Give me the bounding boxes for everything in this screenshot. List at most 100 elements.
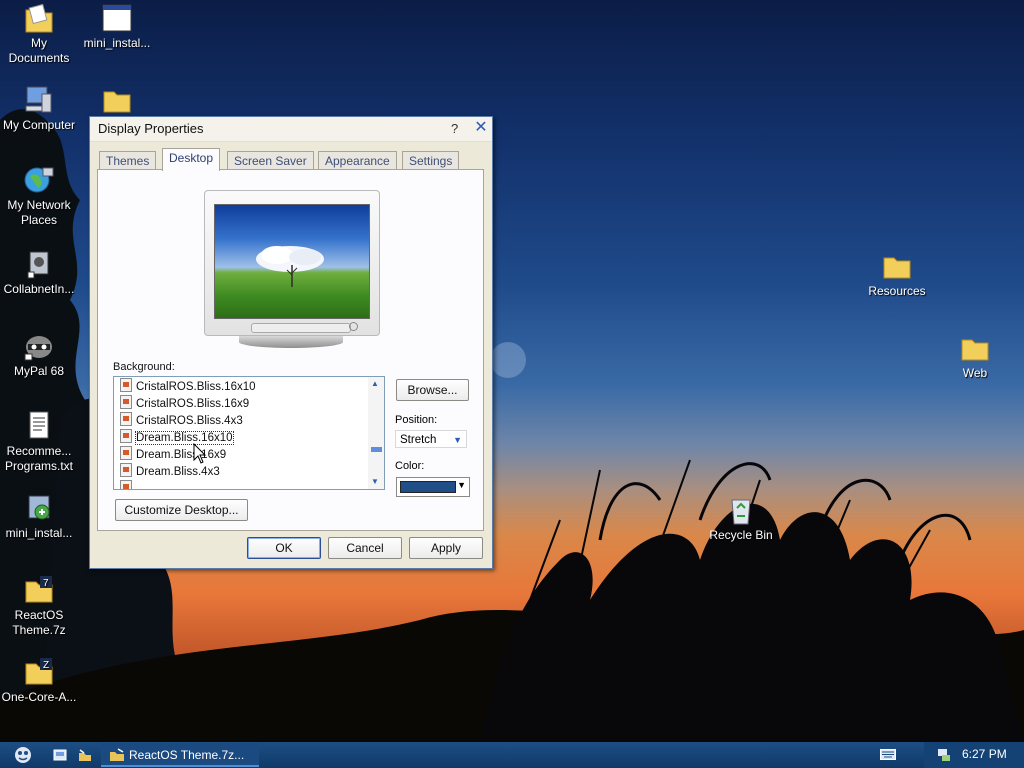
background-label: Background: xyxy=(113,361,175,373)
scroll-thumb[interactable] xyxy=(371,447,382,452)
apply-button[interactable]: Apply xyxy=(409,537,483,559)
taskbar: ReactOS Theme.7z... 6:27 PM xyxy=(0,742,1024,768)
installer-disk-icon xyxy=(27,251,49,279)
tab-screen-saver[interactable]: Screen Saver xyxy=(227,151,314,170)
window-app-icon xyxy=(102,4,132,32)
desktop-icon-recommended-programs[interactable]: Recomme... Programs.txt xyxy=(0,410,79,474)
image-file-icon xyxy=(120,429,132,443)
list-item-partial[interactable] xyxy=(120,480,136,489)
color-label: Color: xyxy=(395,460,425,472)
desktop-icon-mini-installer-2[interactable]: mini_instal... xyxy=(0,492,79,541)
scroll-down-icon[interactable]: ▼ xyxy=(371,477,379,486)
desktop-icon-label: My Network Places xyxy=(7,198,71,227)
computer-icon xyxy=(25,86,52,113)
desktop-icon-resources[interactable]: Resources xyxy=(857,250,937,299)
list-item-selected[interactable]: Dream.Bliss.16x10 xyxy=(120,429,234,445)
system-tray: 6:27 PM xyxy=(924,742,1024,768)
close-icon[interactable]: ✕ xyxy=(473,118,489,138)
desktop-icon-label: Recycle Bin xyxy=(709,528,773,542)
show-desktop-icon[interactable] xyxy=(52,747,68,763)
monitor-bezel-bar xyxy=(251,323,351,333)
desktop-icon-mypal[interactable]: MyPal 68 xyxy=(0,330,79,379)
desktop-icon-label: Resources xyxy=(868,284,926,298)
chevron-down-icon: ▼ xyxy=(453,435,462,445)
image-file-icon xyxy=(120,378,132,392)
list-item[interactable]: Dream.Bliss.16x9 xyxy=(120,446,226,462)
color-swatch xyxy=(400,481,456,493)
list-item[interactable]: CristalROS.Bliss.16x10 xyxy=(120,378,256,394)
ok-button[interactable]: OK xyxy=(247,537,321,559)
tab-desktop[interactable]: Desktop xyxy=(162,148,221,171)
desktop-icon-one-core[interactable]: Z One-Core-A... xyxy=(0,656,79,705)
my-documents-icon xyxy=(25,3,53,33)
display-properties-window: Display Properties ? ✕ Themes Desktop Sc… xyxy=(89,116,493,569)
desktop-icon-label: MyPal 68 xyxy=(13,364,65,378)
image-file-icon xyxy=(120,446,132,460)
clock[interactable]: 6:27 PM xyxy=(962,747,1007,761)
image-file-icon xyxy=(120,463,132,477)
scroll-up-icon[interactable]: ▲ xyxy=(371,379,379,388)
start-button-icon[interactable] xyxy=(10,745,36,765)
wallpaper-image xyxy=(256,246,324,287)
desktop-icon-label: Web xyxy=(962,366,988,380)
desktop-icon-reactos-theme[interactable]: 7 ReactOS Theme.7z xyxy=(0,574,79,638)
tab-settings[interactable]: Settings xyxy=(402,151,460,170)
position-label: Position: xyxy=(395,414,438,426)
desktop-icon-collabnet[interactable]: CollabnetIn... xyxy=(0,248,79,297)
svg-text:7: 7 xyxy=(43,578,49,589)
archive-app-icon xyxy=(110,748,124,761)
monitor-case xyxy=(204,190,380,336)
power-button-icon xyxy=(349,322,358,331)
help-button[interactable]: ? xyxy=(451,121,458,136)
list-item[interactable]: CristalROS.Bliss.4x3 xyxy=(120,412,243,428)
color-picker-button[interactable]: ▼ xyxy=(396,477,470,497)
desktop-icon-mini-installer-1[interactable]: mini_instal... xyxy=(77,2,157,51)
7z-archive-icon: Z xyxy=(25,658,53,685)
list-item[interactable]: CristalROS.Bliss.16x9 xyxy=(120,395,249,411)
position-value: Stretch xyxy=(400,434,437,446)
window-title: Display Properties xyxy=(98,121,204,136)
svg-text:Z: Z xyxy=(43,660,49,671)
desktop-icon-folder[interactable] xyxy=(77,84,157,118)
network-globe-icon xyxy=(24,167,54,193)
title-bar[interactable]: Display Properties ? ✕ xyxy=(90,117,492,142)
image-file-icon xyxy=(120,395,132,409)
recycle-bin-icon xyxy=(731,499,751,525)
network-status-icon[interactable] xyxy=(936,747,952,763)
tab-appearance[interactable]: Appearance xyxy=(318,151,397,170)
folder-icon xyxy=(883,257,911,279)
position-select[interactable]: Stretch ▼ xyxy=(395,430,467,448)
desktop-icon-label: One-Core-A... xyxy=(1,690,77,704)
browse-button[interactable]: Browse... xyxy=(396,379,469,401)
desktop-icon-my-computer[interactable]: My Computer xyxy=(0,84,79,133)
cancel-button[interactable]: Cancel xyxy=(328,537,402,559)
list-item[interactable]: Dream.Bliss.4x3 xyxy=(120,463,220,479)
monitor-preview xyxy=(204,190,380,350)
background-list[interactable]: CristalROS.Bliss.16x10 CristalROS.Bliss.… xyxy=(113,376,385,490)
desktop-icon-label: My Documents xyxy=(8,36,70,65)
customize-desktop-button[interactable]: Customize Desktop... xyxy=(115,499,248,521)
desktop-icon-web[interactable]: Web xyxy=(935,332,1015,381)
mouse-cursor-icon xyxy=(193,443,207,464)
image-file-icon xyxy=(120,412,132,426)
desktop-icon-my-network-places[interactable]: My Network Places xyxy=(0,164,79,228)
desktop-icon-label: mini_instal... xyxy=(83,36,151,50)
keyboard-icon[interactable] xyxy=(880,749,896,760)
image-file-icon xyxy=(120,480,132,489)
file-manager-icon[interactable] xyxy=(77,747,93,763)
desktop-icon-label: My Computer xyxy=(2,118,76,132)
desktop-icon-label: mini_instal... xyxy=(5,526,73,540)
desktop-icon-recycle-bin[interactable]: Recycle Bin xyxy=(701,494,781,543)
taskbar-button-label: ReactOS Theme.7z... xyxy=(129,748,245,762)
taskbar-button-reactos-theme[interactable]: ReactOS Theme.7z... xyxy=(101,743,259,767)
folder-icon xyxy=(103,91,131,113)
desktop-icon-my-documents[interactable]: My Documents xyxy=(0,2,79,66)
list-scrollbar[interactable]: ▲ ▼ xyxy=(368,377,384,489)
text-file-icon xyxy=(29,411,49,439)
desktop-icon-label: Recomme... Programs.txt xyxy=(4,444,73,473)
desktop-icon-label: ReactOS Theme.7z xyxy=(12,608,66,637)
raccoon-browser-icon xyxy=(24,336,52,361)
installer-icon xyxy=(28,495,50,520)
folder-icon xyxy=(961,339,989,361)
tab-themes[interactable]: Themes xyxy=(99,151,157,170)
